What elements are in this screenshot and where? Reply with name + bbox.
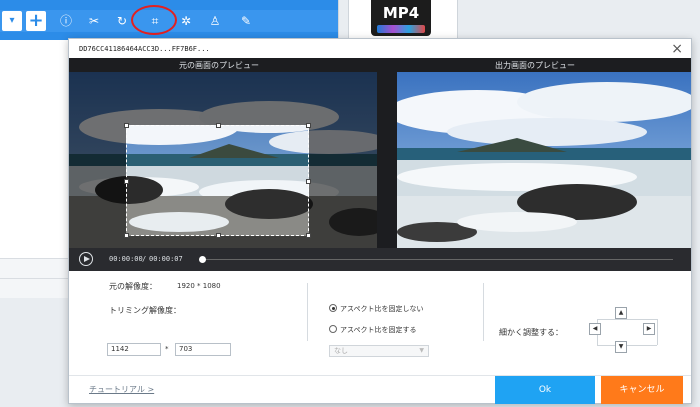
crop-dialog: DD76CC41186464ACC3D...FF7B6F... × 元の画面のプ… — [68, 38, 692, 404]
aspect-free-radio[interactable] — [329, 304, 337, 312]
crop-handle-top[interactable] — [216, 123, 221, 128]
chevron-down-icon: ▼ — [419, 347, 424, 354]
divider — [307, 283, 308, 341]
divider — [483, 283, 484, 341]
cut-icon[interactable]: ✂ — [84, 11, 104, 31]
crop-highlight-circle — [131, 5, 177, 35]
close-icon[interactable]: × — [671, 41, 683, 57]
cancel-button[interactable]: キャンセル — [601, 376, 683, 404]
dpad-guide — [597, 345, 657, 346]
ok-button[interactable]: Ok — [495, 376, 595, 404]
dialog-title: DD76CC41186464ACC3D...FF7B6F... — [79, 45, 210, 53]
times-sign: * — [165, 345, 169, 353]
output-preview-label: 出力画面のプレビュー — [495, 61, 575, 70]
move-up-button[interactable]: ▲ — [615, 307, 627, 319]
progress-thumb[interactable] — [199, 256, 206, 263]
duration: 00:00:07 — [149, 255, 183, 263]
output-video-preview — [397, 72, 691, 248]
dialog-footer: チュートリアル > Ok キャンセル — [69, 375, 691, 404]
crop-settings-panel: 元の解像度： 1920 * 1080 トリミング解像度： 1142 * 703 … — [69, 271, 691, 371]
crop-handle-top-right[interactable] — [306, 123, 311, 128]
time-separator: / — [142, 255, 147, 263]
dpad-guide — [657, 319, 658, 345]
current-time: 00:00:00 — [109, 255, 143, 263]
crop-handle-top-left[interactable] — [124, 123, 129, 128]
mp4-format-icon: MP4 — [371, 0, 431, 36]
watermark-icon[interactable]: ♙ — [205, 11, 225, 31]
original-resolution-value: 1920 * 1080 — [177, 282, 221, 290]
width-input[interactable]: 1142 — [107, 343, 161, 356]
fine-adjust-label: 細かく調整する： — [499, 328, 563, 337]
add-file-button[interactable]: + — [26, 11, 46, 31]
format-label: MP4 — [382, 4, 420, 22]
aspect-fixed-radio[interactable] — [329, 325, 337, 333]
info-icon[interactable]: ⓘ — [56, 11, 76, 31]
crop-handle-bottom[interactable] — [216, 233, 221, 238]
original-resolution-label: 元の解像度： — [109, 282, 157, 291]
dropdown-button[interactable]: ▾ — [2, 11, 22, 31]
height-input[interactable]: 703 — [175, 343, 231, 356]
aspect-fixed-label[interactable]: アスペクト比を固定する — [340, 325, 417, 335]
trim-resolution-label: トリミング解像度： — [109, 306, 181, 315]
edit-icon[interactable]: ✎ — [236, 11, 256, 31]
crop-handle-right[interactable] — [306, 179, 311, 184]
preview-area: 元の画面のプレビュー 出力画面のプレビュー 00:00:00 / 00:00:0… — [69, 58, 691, 271]
progress-track[interactable] — [203, 259, 673, 260]
aspect-ratio-select-value: なし — [334, 347, 348, 355]
aspect-free-label[interactable]: アスペクト比を固定しない — [340, 304, 424, 314]
move-right-button[interactable]: ▶ — [643, 323, 655, 335]
output-format-card[interactable]: MP4 — [348, 0, 458, 41]
aspect-ratio-select[interactable]: なし ▼ — [329, 345, 429, 357]
play-button[interactable] — [79, 252, 93, 266]
crop-handle-left[interactable] — [124, 179, 129, 184]
move-left-button[interactable]: ◀ — [589, 323, 601, 335]
play-icon — [84, 256, 90, 262]
main-toolbar: ▾ + ⓘ ✂ ↻ ⌗ ✲ ♙ ✎ — [0, 0, 338, 40]
cropped-beach-scene-image — [397, 72, 691, 248]
dpad-guide — [597, 319, 657, 320]
crop-selection-box[interactable] — [124, 123, 311, 238]
crop-handle-bottom-left[interactable] — [124, 233, 129, 238]
rotate-icon[interactable]: ↻ — [112, 11, 132, 31]
move-down-button[interactable]: ▼ — [615, 341, 627, 353]
original-preview-label: 元の画面のプレビュー — [179, 61, 259, 70]
crop-handle-bottom-right[interactable] — [306, 233, 311, 238]
original-video-preview[interactable] — [69, 72, 377, 248]
film-strip-graphic — [377, 25, 425, 33]
playback-controls: 00:00:00 / 00:00:07 — [69, 248, 691, 271]
tutorial-link[interactable]: チュートリアル > — [89, 384, 154, 395]
effect-icon[interactable]: ✲ — [176, 11, 196, 31]
